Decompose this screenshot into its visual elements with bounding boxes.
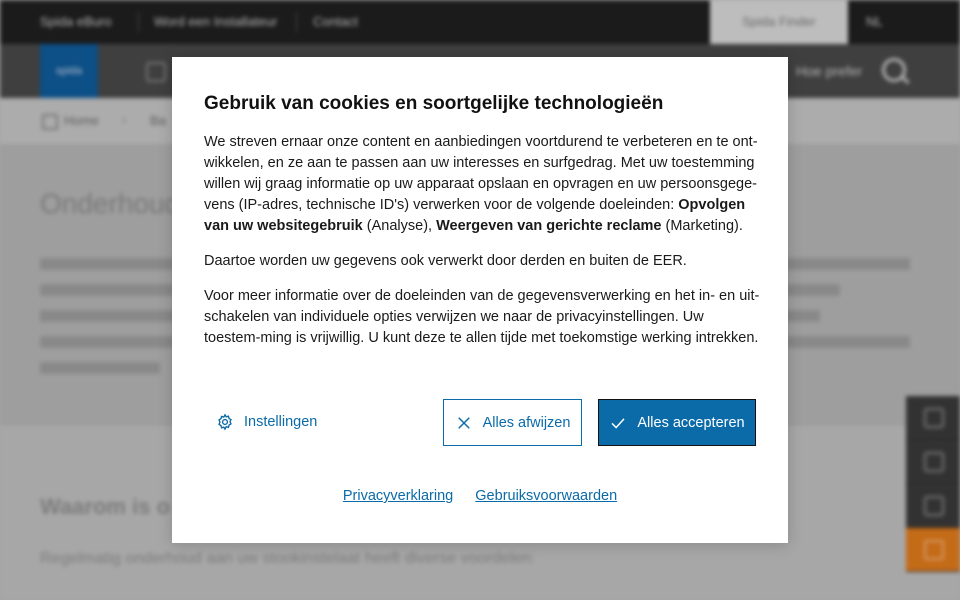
reject-all-label: Alles afwijzen bbox=[482, 414, 571, 431]
close-icon bbox=[455, 414, 473, 432]
cookie-p1-end: (Marketing). bbox=[661, 218, 743, 234]
cookie-p1-mid: (Analyse), bbox=[362, 218, 437, 234]
reject-all-button[interactable]: Alles afwijzen bbox=[443, 399, 582, 446]
cookie-dialog: Gebruik van cookies en soortgelijke tech… bbox=[172, 57, 788, 543]
gear-icon bbox=[216, 413, 234, 431]
cookie-dialog-body: We streven ernaar onze content en aanbie… bbox=[204, 132, 760, 363]
accept-all-label: Alles accepteren bbox=[637, 414, 745, 431]
legal-links: Privacyverklaring Gebruiksvoorwaarden bbox=[172, 488, 788, 504]
cookie-p1-text: We streven ernaar onze content en aanbie… bbox=[204, 134, 758, 213]
settings-button[interactable]: Instellingen bbox=[216, 410, 317, 434]
cookie-paragraph-1: We streven ernaar onze content en aanbie… bbox=[204, 132, 760, 237]
terms-link[interactable]: Gebruiksvoorwaarden bbox=[475, 488, 617, 504]
settings-label: Instellingen bbox=[244, 414, 318, 430]
check-icon bbox=[609, 414, 627, 432]
cookie-paragraph-3: Voor meer informatie over de doeleinden … bbox=[204, 288, 760, 346]
cookie-paragraph-2: Daartoe worden uw gegevens ook verwerkt … bbox=[204, 253, 687, 269]
cookie-p1-bold-marketing: Weergeven van gerichte reclame bbox=[436, 218, 662, 234]
privacy-link[interactable]: Privacyverklaring bbox=[343, 488, 453, 504]
accept-all-button[interactable]: Alles accepteren bbox=[598, 399, 756, 446]
cookie-dialog-title: Gebruik van cookies en soortgelijke tech… bbox=[204, 93, 664, 114]
